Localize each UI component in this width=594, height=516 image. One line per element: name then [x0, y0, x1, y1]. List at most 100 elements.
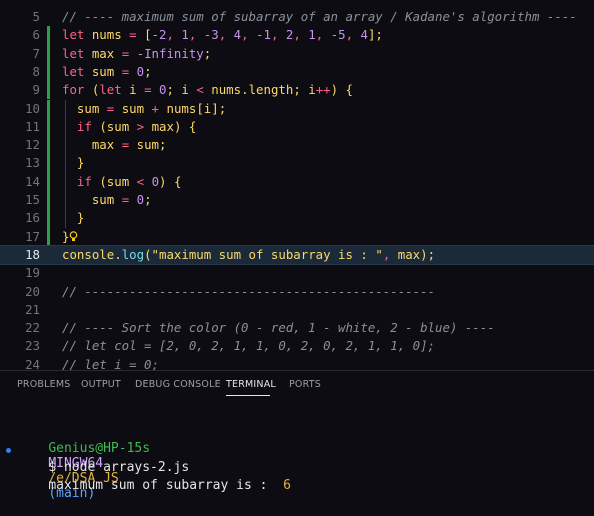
code-line[interactable]: 17}: [0, 227, 594, 246]
code-token: .length;: [241, 82, 309, 98]
code-line[interactable]: 6 let nums = [-2, 1, -3, 4, -1, 2, 1, -5,…: [0, 26, 594, 45]
code-token: ;: [203, 45, 212, 61]
code-token: nums: [91, 27, 122, 43]
code-token: sum: [106, 173, 130, 189]
code-token: ];: [211, 100, 227, 116]
code-line[interactable]: 7 let max = -Infinity;: [0, 44, 594, 63]
code-line[interactable]: 19: [0, 264, 594, 282]
code-token: "maximum sum of subarray is : ": [151, 246, 383, 262]
active-tab-indicator: [226, 395, 270, 396]
code-line[interactable]: 9 for (let i = 0; i < nums.length; i++) {: [0, 81, 594, 100]
line-number: 6: [32, 27, 40, 43]
code-line[interactable]: 12 max = sum;: [0, 136, 594, 155]
git-change-marker: [47, 136, 50, 155]
line-number: 7: [32, 45, 40, 61]
code-token: log: [121, 246, 145, 262]
code-text: sum = sum + nums[i];: [62, 100, 226, 118]
line-number: 9: [32, 82, 40, 98]
code-token: ) {: [159, 173, 182, 189]
git-change-marker: [47, 117, 50, 137]
git-change-marker: [47, 154, 50, 173]
code-line[interactable]: 14 if (sum < 0) {: [0, 172, 594, 191]
terminal-output-text: maximum sum of subarray is :: [48, 478, 284, 493]
code-text: let nums = [-2, 1, -3, 4, -1, 2, 1, -5, …: [62, 26, 383, 44]
tab-output[interactable]: OUTPUT: [81, 379, 121, 390]
code-token: =: [114, 137, 137, 153]
code-token: >: [129, 118, 152, 134]
code-line[interactable]: 24 // let i = 0;: [0, 356, 594, 370]
code-token: max: [91, 45, 115, 61]
code-text: for (let i = 0; i < nums.length; i++) {: [62, 81, 353, 99]
code-token: i: [181, 82, 189, 98]
code-token: sum: [76, 100, 100, 116]
code-line-active[interactable]: 18 console.log("maximum sum of subarray i…: [0, 244, 594, 266]
code-line[interactable]: 16 }: [0, 209, 594, 228]
code-token: sum: [136, 137, 160, 153]
code-token: -2: [151, 27, 167, 43]
code-token: sum: [91, 192, 115, 207]
code-token: [: [144, 27, 152, 43]
code-token: -Infinity: [136, 45, 204, 61]
git-change-marker: [47, 26, 50, 45]
line-number: 16: [25, 210, 40, 226]
code-token: =: [114, 63, 137, 79]
git-change-marker: [47, 99, 50, 118]
code-token: -5: [330, 27, 346, 43]
code-token: sum: [121, 100, 145, 116]
code-token: ;: [159, 137, 167, 153]
code-token: nums: [211, 82, 242, 98]
line-number: 24: [25, 356, 40, 370]
code-token: =: [114, 45, 137, 61]
code-line[interactable]: 5 // ---- maximum sum of subarray of an a…: [0, 8, 594, 26]
line-number: 5: [32, 9, 40, 24]
code-token: ) {: [330, 82, 354, 98]
code-line[interactable]: 15 sum = 0;: [0, 191, 594, 210]
line-number: 23: [25, 338, 40, 354]
code-token: for: [62, 82, 92, 98]
code-token: =: [114, 192, 137, 207]
code-line[interactable]: 11 if (sum > max) {: [0, 117, 594, 137]
code-line[interactable]: 23 // let col = [2, 0, 2, 1, 1, 0, 2, 0, …: [0, 337, 594, 355]
git-change-marker: [47, 172, 50, 191]
code-token: ];: [367, 27, 383, 43]
code-line[interactable]: 10 sum = sum + nums[i];: [0, 99, 594, 118]
line-number: 15: [25, 192, 40, 207]
code-token: i: [129, 82, 137, 98]
code-token: 1: [308, 27, 316, 43]
line-number: 14: [25, 173, 40, 189]
line-number: 19: [25, 265, 40, 281]
code-token: console: [62, 246, 115, 262]
git-change-marker: [47, 62, 50, 82]
code-token: ,: [270, 27, 286, 43]
tab-problems[interactable]: PROBLEMS: [17, 379, 70, 390]
git-change-marker: [47, 209, 50, 228]
code-line[interactable]: 13 }: [0, 154, 594, 173]
code-token: <: [129, 173, 152, 189]
code-token: ++: [315, 82, 331, 98]
code-token: +: [144, 100, 167, 116]
tab-debug-console[interactable]: DEBUG CONSOLE: [135, 379, 221, 390]
code-line[interactable]: 21: [0, 301, 594, 319]
lightbulb-icon[interactable]: [69, 230, 78, 244]
terminal-output-line: maximum sum of subarray is : 6: [17, 463, 291, 508]
line-number: 13: [25, 155, 40, 171]
panel-tabs: PROBLEMS OUTPUT DEBUG CONSOLE TERMINAL P…: [0, 371, 594, 399]
code-line[interactable]: 8 let sum = 0;: [0, 62, 594, 82]
code-token: let: [62, 45, 92, 61]
code-token: );: [420, 246, 436, 262]
code-editor[interactable]: 5 // ---- maximum sum of subarray of an a…: [0, 0, 594, 370]
code-line[interactable]: 22 // ---- Sort the color (0 - red, 1 - w…: [0, 319, 594, 337]
code-token: sum: [106, 118, 130, 134]
tab-ports[interactable]: PORTS: [289, 379, 321, 390]
code-token: <: [188, 82, 212, 98]
code-text: max = sum;: [62, 136, 167, 154]
code-line[interactable]: 20 // -----------------------------------…: [0, 283, 594, 301]
code-token: // -------------------------------------…: [62, 283, 435, 299]
code-token: nums: [166, 100, 197, 116]
tab-terminal[interactable]: TERMINAL: [226, 379, 276, 390]
code-token: .: [114, 246, 122, 262]
code-token: ,: [345, 27, 361, 43]
code-token: ;: [144, 63, 152, 79]
line-number: 10: [25, 100, 40, 116]
